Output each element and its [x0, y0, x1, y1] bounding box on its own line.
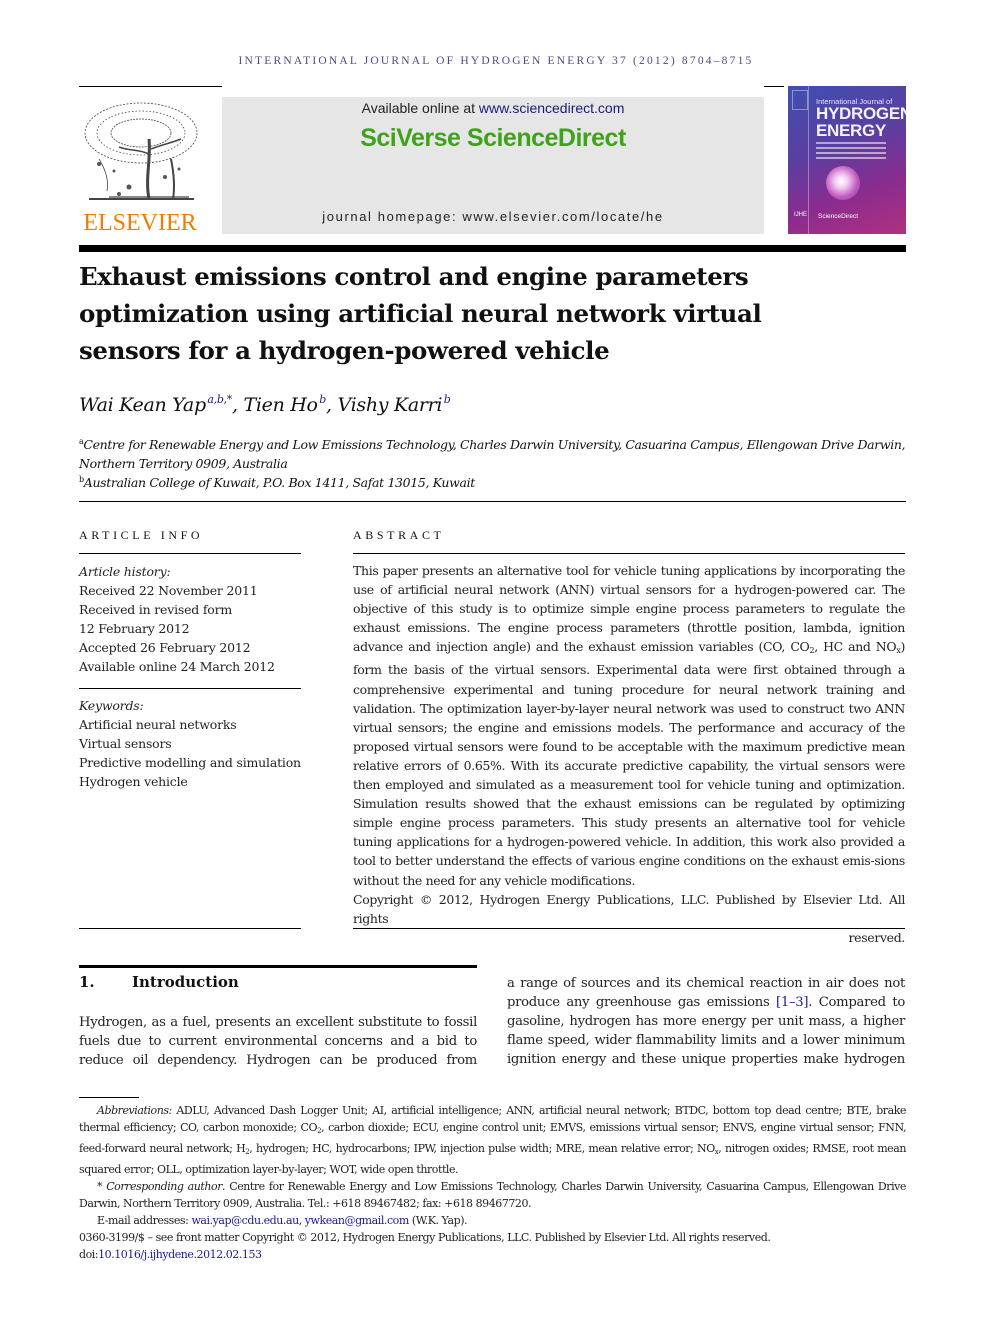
cover-badge: IJHE [794, 212, 808, 218]
copyright-line: Copyright © 2012, Hydrogen Energy Public… [353, 891, 905, 926]
keywords-rule [79, 688, 301, 689]
abstract-text-part: , HC and NO [814, 639, 897, 655]
available-online-line: Available online at www.sciencedirect.co… [222, 100, 764, 116]
keyword-item: Artificial neural networks [79, 717, 237, 732]
email-link[interactable]: wai.yap@cdu.edu.au [191, 1214, 299, 1227]
article-info-heading: ARTICLE INFO [79, 528, 204, 542]
footnote-text: , hydrogen; HC, hydrocarbons; IPW, injec… [249, 1142, 715, 1155]
doi-link[interactable]: 10.1016/j.ijhydene.2012.02.153 [98, 1248, 262, 1261]
affiliation-text: Australian College of Kuwait, P.O. Box 1… [83, 475, 475, 490]
author-separator: , [232, 394, 244, 416]
article-history-label: Article history: [79, 564, 171, 579]
email-label: E-mail addresses: [97, 1214, 192, 1227]
cover-editors [816, 142, 886, 162]
abbreviations-label: Abbreviations: [97, 1104, 172, 1117]
email-suffix: (W.K. Yap). [408, 1214, 468, 1227]
journal-homepage[interactable]: journal homepage: www.elsevier.com/locat… [222, 209, 764, 224]
elsevier-wordmark: ELSEVIER [83, 210, 197, 236]
abstract-heading: ABSTRACT [353, 528, 445, 542]
cover-elsevier-mini-logo-icon [792, 90, 808, 110]
cover-orb-graphic [826, 166, 860, 200]
history-item: 12 February 2012 [79, 621, 190, 636]
author-list: Wai Kean Yap a,b,*, Tien Ho b, Vishy Kar… [79, 393, 451, 416]
article-history: Article history: Received 22 November 20… [79, 562, 301, 676]
citation-link[interactable]: [1–3] [776, 995, 808, 1010]
keyword-item: Virtual sensors [79, 736, 172, 751]
keywords: Keywords: Artificial neural networks Vir… [79, 696, 301, 791]
header-top-rule [79, 86, 222, 87]
corresponding-author-label: Corresponding author [106, 1180, 223, 1193]
footnote-mark: * [97, 1180, 107, 1193]
footnote-rule [79, 1097, 139, 1098]
copyright-line-end: reserved. [848, 929, 906, 945]
title-line: Exhaust emissions control and engine par… [79, 262, 749, 291]
intro-left-column: Hydrogen, as a fuel, presents an excelle… [79, 1015, 477, 1068]
section-heading: 1. Introduction [79, 973, 239, 991]
section-title: Introduction [132, 973, 239, 991]
abstract-text-part: ) form the basis of the virtual sensors.… [353, 639, 906, 888]
history-item: Accepted 26 February 2012 [79, 640, 251, 655]
cover-title: HYDROGEN ENERGY [816, 105, 906, 139]
abstract-rule [353, 553, 905, 554]
running-head: INTERNATIONAL JOURNAL OF HYDROGEN ENERGY… [238, 55, 754, 67]
sciverse-sciencedirect-logo[interactable]: SciVerse ScienceDirect [222, 124, 764, 153]
footnotes: Abbreviations: ADLU, Advanced Dash Logge… [79, 1102, 906, 1263]
author-separator: , [326, 394, 338, 416]
intro-rule [79, 965, 477, 968]
article-info-rule [79, 553, 301, 554]
corresponding-author-footnote: * Corresponding author. Centre for Renew… [79, 1178, 906, 1212]
history-item: Received in revised form [79, 602, 233, 617]
intro-right-column: a range of sources and its chemical reac… [507, 974, 905, 1069]
keywords-label: Keywords: [79, 698, 144, 713]
author-name[interactable]: Wai Kean Yap [79, 394, 206, 416]
history-item: Available online 24 March 2012 [79, 659, 275, 674]
affiliation: bAustralian College of Kuwait, P.O. Box … [79, 470, 909, 492]
abstract-text: This paper presents an alternative tool … [353, 561, 905, 890]
email-footnote: E-mail addresses: wai.yap@cdu.edu.au, yw… [79, 1212, 906, 1229]
affiliation-divider [79, 501, 906, 502]
abstract-bottom-rule [353, 928, 905, 929]
author-affiliation-mark[interactable]: b [444, 393, 451, 406]
author-affiliation-mark[interactable]: b [319, 393, 326, 406]
cover-title-line2: ENERGY [816, 121, 886, 140]
sciencedirect-link[interactable]: www.sciencedirect.com [479, 100, 625, 116]
available-online-label: Available online at [361, 100, 479, 116]
article-info-bottom-rule [79, 928, 301, 929]
keyword-item: Hydrogen vehicle [79, 774, 188, 789]
doi-line: doi:10.1016/j.ijhydene.2012.02.153 [79, 1246, 906, 1263]
journal-cover-image: International Journal of HYDROGEN ENERGY … [788, 86, 906, 234]
abbreviations-footnote: Abbreviations: ADLU, Advanced Dash Logge… [79, 1102, 906, 1178]
history-item: Received 22 November 2011 [79, 583, 258, 598]
article-title: Exhaust emissions control and engine par… [79, 258, 839, 369]
abstract-body: This paper presents an alternative tool … [353, 561, 905, 947]
issn-line: 0360-3199/$ – see front matter Copyright… [79, 1231, 771, 1244]
title-line: optimization using artificial neural net… [79, 299, 762, 328]
author-name[interactable]: Vishy Karri [338, 394, 443, 416]
author-affiliation-mark[interactable]: a,b,* [207, 393, 232, 406]
author-name[interactable]: Tien Ho [243, 394, 317, 416]
title-line: sensors for a hydrogen-powered vehicle [79, 336, 610, 365]
email-link[interactable]: ywkean@gmail.com [305, 1214, 409, 1227]
affiliation-text: Centre for Renewable Energy and Low Emis… [79, 437, 906, 471]
doi-prefix: doi: [79, 1248, 99, 1261]
cover-sciencedirect-logo: ScienceDirect [818, 213, 859, 220]
header-thick-rule [79, 245, 906, 252]
cover-stripe [808, 86, 809, 234]
keyword-item: Predictive modelling and simulation [79, 755, 301, 770]
affiliation: aCentre for Renewable Energy and Low Emi… [79, 432, 909, 473]
section-number: 1. [79, 973, 95, 991]
header-top-rule-right [764, 86, 784, 87]
